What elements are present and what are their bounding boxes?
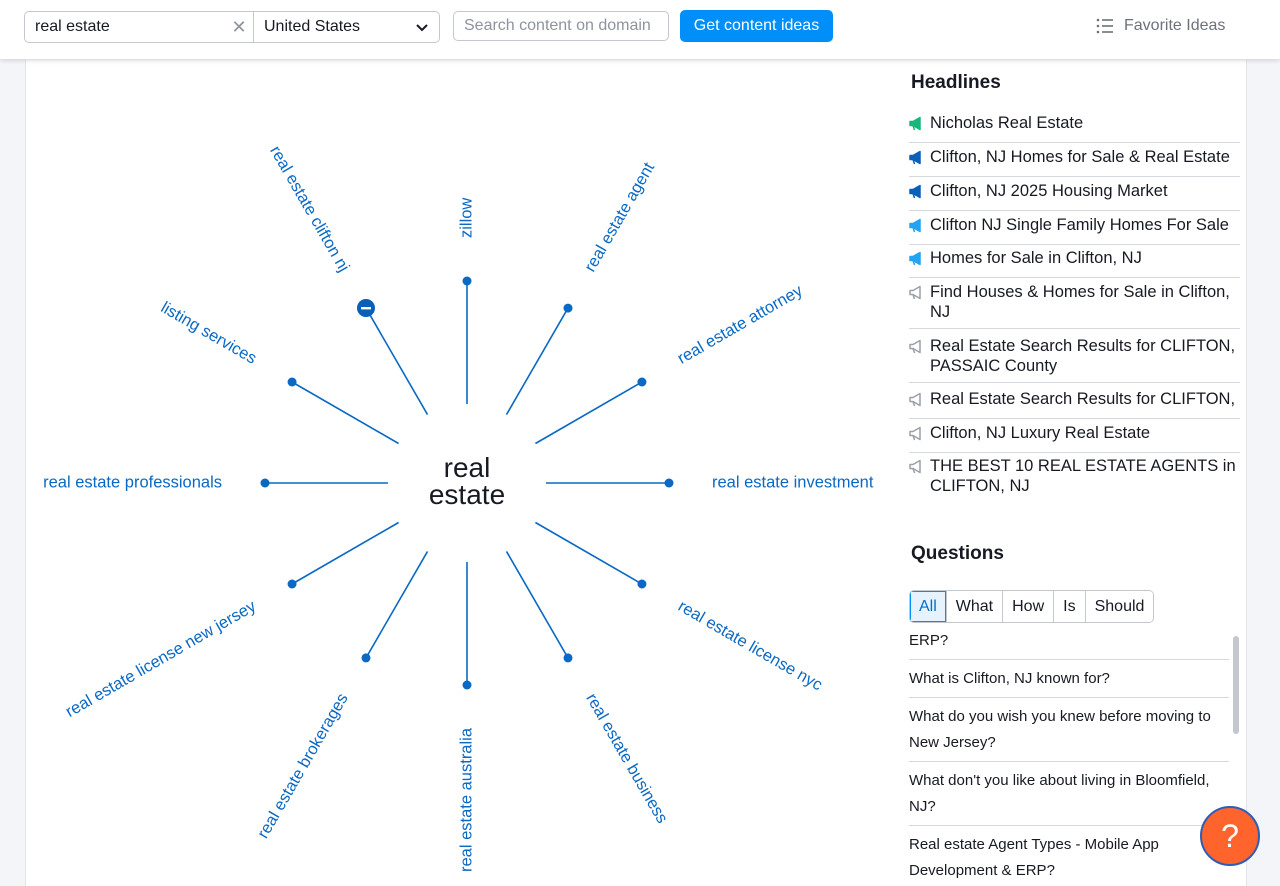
megaphone-icon — [909, 282, 930, 305]
mindmap-node-dot[interactable] — [664, 478, 674, 488]
questions-list: ERP? What is Clifton, NJ known for? What d… — [909, 622, 1240, 886]
mindmap-branch-line — [505, 551, 569, 659]
headline-text: Find Houses & Homes for Sale in Clifton,… — [930, 283, 1230, 321]
questions-title: Questions — [911, 543, 1004, 564]
megaphone-icon — [909, 147, 930, 170]
mindmap-topic-label[interactable]: real estate brokerages — [254, 690, 352, 841]
megaphone-icon — [909, 181, 930, 204]
keyword-input[interactable] — [25, 12, 225, 42]
tab-all[interactable]: All — [910, 591, 947, 622]
headline-text: Nicholas Real Estate — [930, 114, 1084, 132]
tab-is[interactable]: Is — [1054, 591, 1086, 622]
mindmap-node-dot[interactable] — [563, 303, 573, 313]
headline-item[interactable]: Clifton, NJ Homes for Sale & Real Estate — [909, 147, 1240, 177]
question-item[interactable]: ERP? — [909, 622, 1229, 660]
megaphone-icon — [909, 336, 930, 359]
headline-text: Clifton, NJ Homes for Sale & Real Estate — [930, 148, 1230, 166]
mindmap-topic-label[interactable]: real estate business — [582, 690, 671, 826]
top-toolbar: ✕ United States Get content ideas Favori… — [0, 0, 1280, 59]
headline-text: Real Estate Search Results for CLIFTON, … — [930, 337, 1236, 375]
favorite-ideas-button[interactable]: Favorite Ideas — [1096, 14, 1225, 38]
mindmap-node-dot[interactable] — [462, 276, 472, 286]
megaphone-icon — [909, 248, 930, 271]
mindmap-node-dot[interactable] — [637, 579, 647, 589]
mindmap-branch-line — [365, 307, 429, 415]
mindmap-topic-label[interactable]: zillow — [457, 198, 475, 238]
mindmap-node-dot[interactable] — [361, 653, 371, 663]
headline-text: Real Estate Search Results for CLIFTON, — [930, 390, 1236, 408]
mindmap-topic-label[interactable]: real estate license nyc — [675, 597, 825, 694]
question-item[interactable]: Real estate Agent Types - Mobile App Dev… — [909, 826, 1229, 886]
tab-how[interactable]: How — [1003, 591, 1055, 622]
mindmap-topic-label[interactable]: real estate investment — [712, 473, 874, 491]
tab-what[interactable]: What — [946, 591, 1004, 622]
mindmap-branch-line — [505, 307, 569, 415]
headline-item[interactable]: Real Estate Search Results for CLIFTON, — [909, 389, 1240, 419]
headline-item[interactable]: Nicholas Real Estate — [909, 113, 1240, 143]
country-value: United States — [264, 18, 361, 35]
headline-item[interactable]: Clifton, NJ 2025 Housing Market — [909, 181, 1240, 211]
tab-should[interactable]: Should — [1085, 591, 1154, 622]
get-content-ideas-button[interactable]: Get content ideas — [680, 10, 833, 42]
help-button[interactable]: ? — [1200, 806, 1260, 866]
mindmap-topic-label[interactable]: listing services — [158, 299, 260, 368]
country-select[interactable]: United States — [254, 12, 439, 42]
headline-item[interactable]: Clifton NJ Single Family Homes For Sale — [909, 215, 1240, 245]
headline-item[interactable]: Homes for Sale in Clifton, NJ — [909, 248, 1240, 278]
megaphone-icon — [909, 423, 930, 446]
mindmap-topic-label[interactable]: real estate attorney — [674, 281, 806, 368]
headline-item[interactable]: Real Estate Search Results for CLIFTON, … — [909, 336, 1240, 383]
headline-item[interactable]: Clifton, NJ Luxury Real Estate — [909, 423, 1240, 453]
chevron-down-icon — [416, 24, 428, 32]
mindmap-node-dot[interactable] — [287, 377, 297, 387]
mindmap-branch-line — [365, 551, 429, 659]
mindmap-branch-line — [535, 381, 643, 445]
headline-text: Clifton, NJ 2025 Housing Market — [930, 182, 1168, 200]
close-icon[interactable]: ✕ — [225, 12, 254, 42]
mindmap-node-dot[interactable] — [287, 579, 297, 589]
question-filter-tabs: All What How Is Should — [909, 590, 1155, 623]
mindmap-topic-label[interactable]: real estate australia — [457, 727, 475, 872]
domain-search-input[interactable] — [453, 11, 669, 41]
headline-text: THE BEST 10 REAL ESTATE AGENTS in CLIFTO… — [930, 457, 1236, 495]
megaphone-icon — [909, 456, 930, 479]
headline-item[interactable]: Find Houses & Homes for Sale in Clifton,… — [909, 282, 1240, 329]
mindmap-center-topic: real estate — [428, 452, 506, 510]
mindmap-branch-line — [291, 521, 399, 585]
minus-icon — [361, 307, 371, 310]
question-item[interactable]: What do you wish you knew before moving … — [909, 698, 1229, 762]
headlines-title: Headlines — [911, 72, 1001, 93]
megaphone-icon — [909, 113, 930, 136]
questions-scrollbar[interactable] — [1233, 636, 1239, 734]
mindmap-node-dot[interactable] — [260, 478, 270, 488]
headline-item[interactable]: THE BEST 10 REAL ESTATE AGENTS in CLIFTO… — [909, 456, 1240, 502]
mindmap-branch-line — [535, 521, 643, 585]
mindmap-node-dot[interactable] — [462, 680, 472, 690]
mindmap-topic-label[interactable]: real estate agent — [581, 159, 658, 275]
keyword-country-group: ✕ United States — [24, 11, 440, 43]
mindmap-node-dot[interactable] — [563, 653, 573, 663]
headline-text: Clifton, NJ Luxury Real Estate — [930, 424, 1151, 442]
headline-text: Clifton NJ Single Family Homes For Sale — [930, 216, 1229, 234]
megaphone-icon — [909, 215, 930, 238]
mindmap-branch-line — [291, 381, 399, 445]
topic-mindmap: zillow real estate agentreal estate attor… — [43, 143, 874, 872]
mindmap-topic-label[interactable]: real estate professionals — [43, 473, 222, 491]
favorite-ideas-label: Favorite Ideas — [1124, 17, 1226, 34]
question-item[interactable]: What is Clifton, NJ known for? — [909, 660, 1229, 698]
mindmap-topic-label[interactable]: real estate license new jersey — [63, 597, 260, 721]
mindmap-node-dot[interactable] — [637, 377, 647, 387]
mindmap-topic-label[interactable]: real estate clifton nj — [266, 143, 353, 275]
headline-text: Homes for Sale in Clifton, NJ — [930, 249, 1142, 267]
question-item[interactable]: What don't you like about living in Bloo… — [909, 762, 1229, 826]
megaphone-icon — [909, 389, 930, 412]
list-icon — [1096, 18, 1113, 34]
